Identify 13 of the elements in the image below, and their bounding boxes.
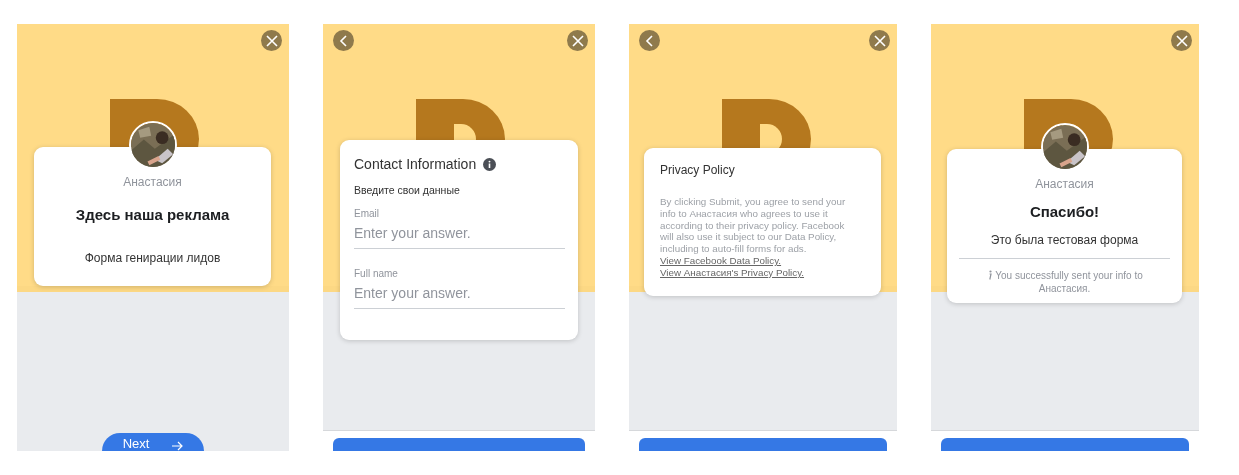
next-button[interactable]: Next: [102, 433, 204, 451]
policy-link[interactable]: View Анастасия's Privacy Policy.: [660, 266, 805, 278]
field-label: Email: [354, 208, 380, 219]
form-description: Введите свои данные: [354, 184, 461, 196]
policy-title: Privacy Policy: [660, 163, 736, 177]
info-icon: [483, 157, 497, 171]
form-title: Contact Information: [354, 156, 477, 172]
close-icon: [871, 32, 888, 49]
policy-link[interactable]: View Facebook Data Policy.: [660, 255, 782, 266]
policy-text: By clicking Submit, you agree to send your info to Анастасия who agrees to use it according to their privacy policy. Facebook will also use it subject to our Data Policy, including to auto-fill forms for ads. View Facebook Data Policy. View Анастасия's Privacy Policy.: [660, 196, 847, 279]
close-icon: [569, 32, 586, 49]
arrow-right-icon: [171, 441, 184, 451]
field-label: Full name: [354, 268, 399, 279]
